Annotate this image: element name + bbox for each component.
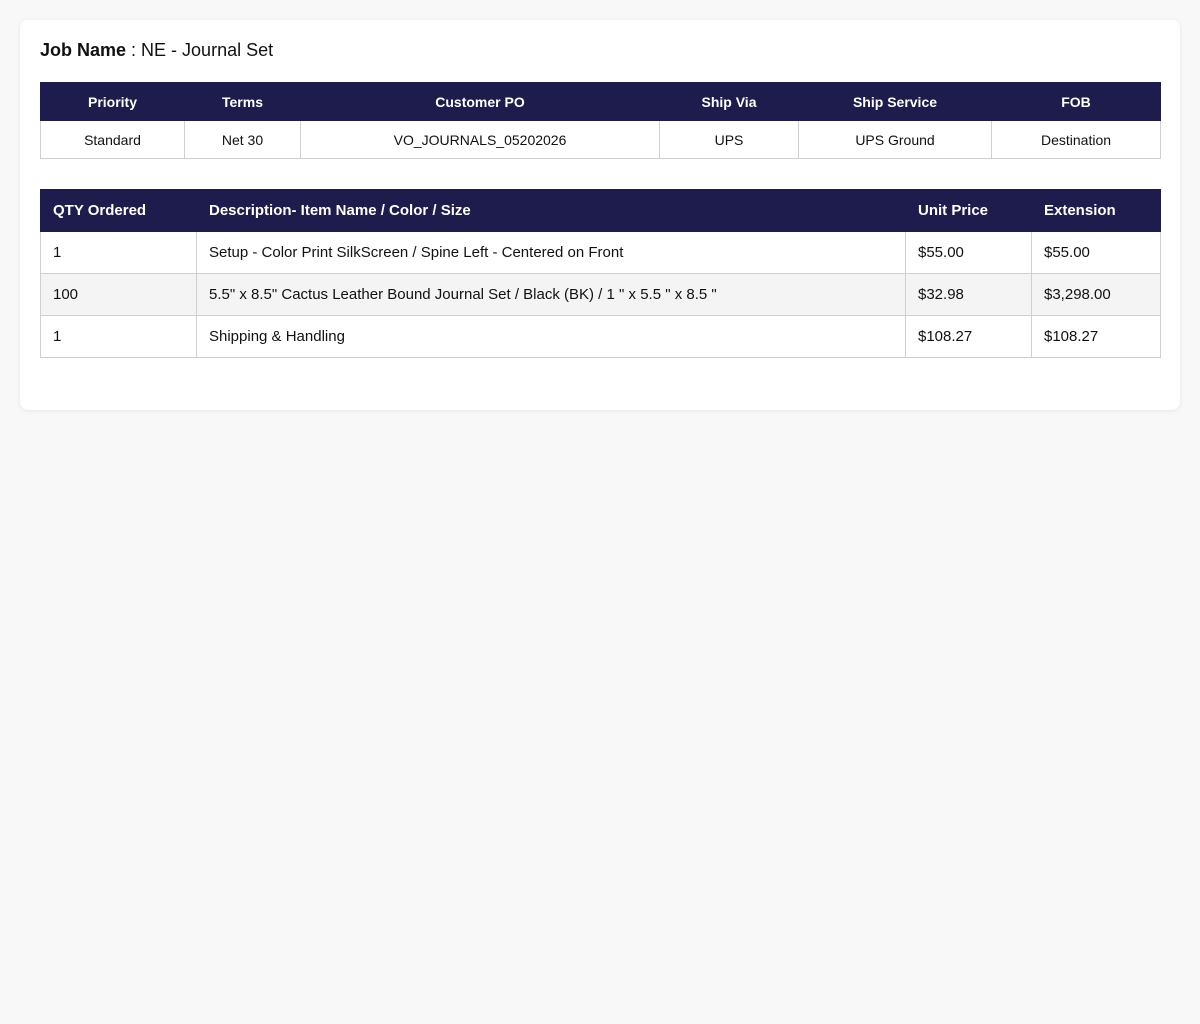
terms-header: Terms bbox=[184, 82, 301, 121]
job-name-separator: : bbox=[126, 40, 142, 60]
customer-po-value: VO_JOURNALS_05202026 bbox=[300, 120, 660, 159]
qty-cell: 1 bbox=[40, 231, 197, 274]
unit-price-cell: $55.00 bbox=[905, 231, 1032, 274]
job-name-value: NE - Journal Set bbox=[141, 40, 274, 60]
order-info-value-row: Standard Net 30 VO_JOURNALS_05202026 UPS… bbox=[40, 120, 1161, 159]
ship-service-value: UPS Ground bbox=[798, 120, 992, 159]
line-items-header-row: QTY Ordered Description- Item Name / Col… bbox=[40, 189, 1161, 232]
ship-service-header: Ship Service bbox=[798, 82, 992, 121]
priority-header: Priority bbox=[40, 82, 185, 121]
job-name-label: Job Name bbox=[40, 40, 127, 60]
table-row: 100 5.5" x 8.5" Cactus Leather Bound Jou… bbox=[40, 273, 1161, 316]
fob-value: Destination bbox=[991, 120, 1161, 159]
unit-price-header: Unit Price bbox=[905, 189, 1032, 232]
terms-value: Net 30 bbox=[184, 120, 301, 159]
qty-ordered-header: QTY Ordered bbox=[40, 189, 197, 232]
priority-value: Standard bbox=[40, 120, 185, 159]
table-row: 1 Setup - Color Print SilkScreen / Spine… bbox=[40, 231, 1161, 274]
order-info-header-row: Priority Terms Customer PO Ship Via Ship… bbox=[40, 82, 1161, 121]
job-name-line: Job Name : NE - Journal Set bbox=[40, 40, 1160, 60]
extension-header: Extension bbox=[1031, 189, 1161, 232]
unit-price-cell: $108.27 bbox=[905, 315, 1032, 358]
table-row: 1 Shipping & Handling $108.27 $108.27 bbox=[40, 315, 1161, 358]
qty-cell: 100 bbox=[40, 273, 197, 316]
customer-po-header: Customer PO bbox=[300, 82, 660, 121]
extension-cell: $55.00 bbox=[1031, 231, 1161, 274]
unit-price-cell: $32.98 bbox=[905, 273, 1032, 316]
qty-cell: 1 bbox=[40, 315, 197, 358]
description-cell: Shipping & Handling bbox=[196, 315, 906, 358]
order-info-table: Priority Terms Customer PO Ship Via Ship… bbox=[40, 82, 1161, 159]
ship-via-value: UPS bbox=[659, 120, 799, 159]
line-items-table: QTY Ordered Description- Item Name / Col… bbox=[40, 189, 1161, 358]
extension-cell: $3,298.00 bbox=[1031, 273, 1161, 316]
description-header: Description- Item Name / Color / Size bbox=[196, 189, 906, 232]
extension-cell: $108.27 bbox=[1031, 315, 1161, 358]
fob-header: FOB bbox=[991, 82, 1161, 121]
ship-via-header: Ship Via bbox=[659, 82, 799, 121]
description-cell: 5.5" x 8.5" Cactus Leather Bound Journal… bbox=[196, 273, 906, 316]
purchase-order-card: Job Name : NE - Journal Set Priority Ter… bbox=[20, 20, 1180, 410]
description-cell: Setup - Color Print SilkScreen / Spine L… bbox=[196, 231, 906, 274]
